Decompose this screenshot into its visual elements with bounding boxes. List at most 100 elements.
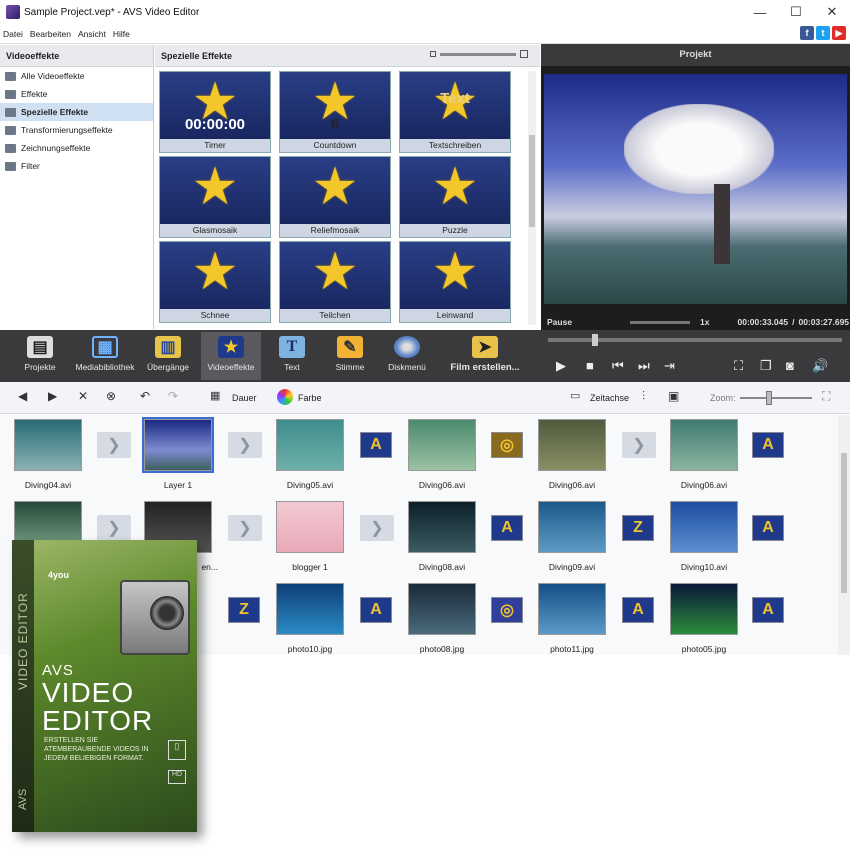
snapshot-icon[interactable]: ◙: [786, 358, 794, 373]
category-label: Zeichnungseffekte: [21, 143, 91, 153]
menu-datei[interactable]: Datei: [3, 29, 23, 39]
transition-arrow-icon[interactable]: ❯: [622, 432, 656, 458]
farbe-button[interactable]: Farbe: [298, 393, 322, 403]
clip-thumbnail[interactable]: [538, 583, 606, 635]
fit-icon[interactable]: ⛶: [822, 389, 830, 404]
seek-bar[interactable]: [548, 334, 842, 346]
transition-a-icon[interactable]: A: [752, 597, 784, 623]
split-icon[interactable]: ⇥: [664, 358, 675, 374]
clip-thumbnail[interactable]: [14, 419, 82, 471]
effect-schnee[interactable]: ★ Schnee: [159, 241, 271, 323]
clear-icon[interactable]: ⊗: [106, 389, 116, 403]
transition-arrow-icon[interactable]: ❯: [360, 515, 394, 541]
transition-z-icon[interactable]: Z: [228, 597, 260, 623]
effect-overlay: 6: [330, 116, 340, 133]
scroll-thumb[interactable]: [841, 453, 847, 593]
volume-icon[interactable]: 🔊: [812, 358, 828, 374]
display-icon[interactable]: ▣: [668, 389, 679, 403]
twitter-icon[interactable]: t: [816, 26, 830, 40]
effect-teilchen[interactable]: ★ Teilchen: [279, 241, 391, 323]
category-item-selected[interactable]: Spezielle Effekte: [0, 103, 153, 121]
folder-icon: [5, 161, 16, 171]
tool-film-erstellen[interactable]: ➤ Film erstellen...: [445, 332, 525, 380]
category-item[interactable]: Transformierungseffekte: [0, 121, 153, 139]
youtube-icon[interactable]: ▶: [832, 26, 846, 40]
clip-thumbnail[interactable]: [670, 419, 738, 471]
clip-thumbnail[interactable]: [670, 501, 738, 553]
delete-icon[interactable]: ✕: [78, 389, 88, 403]
transition-a-icon[interactable]: A: [360, 597, 392, 623]
effect-countdown[interactable]: ★ 6 Countdown: [279, 71, 391, 153]
tool-videoeffekte[interactable]: ★ Videoeffekte: [201, 332, 261, 380]
category-item[interactable]: Effekte: [0, 85, 153, 103]
clip-thumbnail[interactable]: [670, 583, 738, 635]
undo-icon[interactable]: ↶: [140, 389, 150, 403]
effect-puzzle[interactable]: ★ Puzzle: [399, 156, 511, 238]
transition-arrow-icon[interactable]: ❯: [97, 432, 131, 458]
clip-thumbnail-selected[interactable]: [142, 417, 214, 473]
clip-thumbnail[interactable]: [538, 419, 606, 471]
transition-a-icon[interactable]: A: [622, 597, 654, 623]
transition-swirl-icon[interactable]: ◎: [491, 597, 523, 623]
move-right-icon[interactable]: ▶: [48, 389, 57, 403]
detach-icon[interactable]: ❐: [760, 358, 772, 374]
transition-z-icon[interactable]: Z: [622, 515, 654, 541]
maximize-button[interactable]: ☐: [778, 0, 814, 24]
zoom-thumb[interactable]: [766, 391, 772, 405]
speed-slider[interactable]: [630, 320, 691, 324]
menu-bearbeiten[interactable]: Bearbeiten: [30, 29, 71, 39]
effect-leinwand[interactable]: ★ Leinwand: [399, 241, 511, 323]
dauer-button[interactable]: Dauer: [232, 393, 257, 403]
effect-timer[interactable]: ★ 00:00:00 Timer: [159, 71, 271, 153]
tool-text[interactable]: T Text: [262, 332, 322, 380]
transition-swirl-icon[interactable]: ◎: [491, 432, 523, 458]
storyboard-scrollbar[interactable]: [838, 415, 850, 655]
minimize-button[interactable]: —: [742, 0, 778, 24]
thumbnail-size-slider[interactable]: [430, 50, 528, 58]
fullscreen-icon[interactable]: ⛶: [734, 358, 743, 374]
clip-thumbnail[interactable]: [276, 419, 344, 471]
effects-scrollbar[interactable]: [528, 71, 536, 325]
next-frame-icon[interactable]: ⏭: [638, 358, 650, 374]
tool-uebergaenge[interactable]: ▥ Übergänge: [138, 332, 198, 380]
zoom-slider[interactable]: [740, 397, 812, 399]
category-item[interactable]: Alle Videoeffekte: [0, 67, 153, 85]
effect-reliefmosaik[interactable]: ★ Reliefmosaik: [279, 156, 391, 238]
tool-mediabibliothek[interactable]: ▦ Mediabibliothek: [75, 332, 135, 380]
tool-stimme[interactable]: ✎ Stimme: [320, 332, 380, 380]
clip-thumbnail[interactable]: [408, 583, 476, 635]
transition-arrow-icon[interactable]: ❯: [228, 432, 262, 458]
color-wheel-icon: [277, 389, 293, 405]
menu-ansicht[interactable]: Ansicht: [78, 29, 106, 39]
audio-mixer-icon[interactable]: ⫶: [642, 389, 645, 404]
transition-arrow-icon[interactable]: ❯: [228, 515, 262, 541]
effect-glasmosaik[interactable]: ★ Glasmosaik: [159, 156, 271, 238]
seek-thumb[interactable]: [592, 334, 598, 346]
clip-thumbnail[interactable]: [276, 501, 344, 553]
tool-diskmenue[interactable]: Diskmenü: [377, 332, 437, 380]
previous-frame-icon[interactable]: ⏮: [612, 358, 624, 374]
clip-thumbnail[interactable]: [408, 419, 476, 471]
transition-a-icon[interactable]: A: [752, 515, 784, 541]
clip-thumbnail[interactable]: [276, 583, 344, 635]
play-icon[interactable]: ▶: [556, 358, 566, 374]
move-left-icon[interactable]: ◀: [18, 389, 27, 403]
category-item[interactable]: Filter: [0, 157, 153, 175]
transition-a-icon[interactable]: A: [360, 432, 392, 458]
category-item[interactable]: Zeichnungseffekte: [0, 139, 153, 157]
tool-projekte[interactable]: ▤ Projekte: [10, 332, 70, 380]
transition-arrow-icon[interactable]: ❯: [97, 515, 131, 541]
redo-icon[interactable]: ↷: [168, 389, 178, 403]
slider-track[interactable]: [440, 52, 516, 56]
close-button[interactable]: ✕: [814, 0, 850, 24]
clip-thumbnail[interactable]: [408, 501, 476, 553]
transition-a-icon[interactable]: A: [491, 515, 523, 541]
effect-textschreiben[interactable]: ★ Text Textschreiben: [399, 71, 511, 153]
menu-hilfe[interactable]: Hilfe: [113, 29, 130, 39]
stop-icon[interactable]: ■: [586, 358, 594, 373]
transition-a-icon[interactable]: A: [752, 432, 784, 458]
scroll-thumb[interactable]: [529, 135, 535, 227]
zeitachse-button[interactable]: Zeitachse: [590, 393, 629, 403]
clip-thumbnail[interactable]: [538, 501, 606, 553]
facebook-icon[interactable]: f: [800, 26, 814, 40]
